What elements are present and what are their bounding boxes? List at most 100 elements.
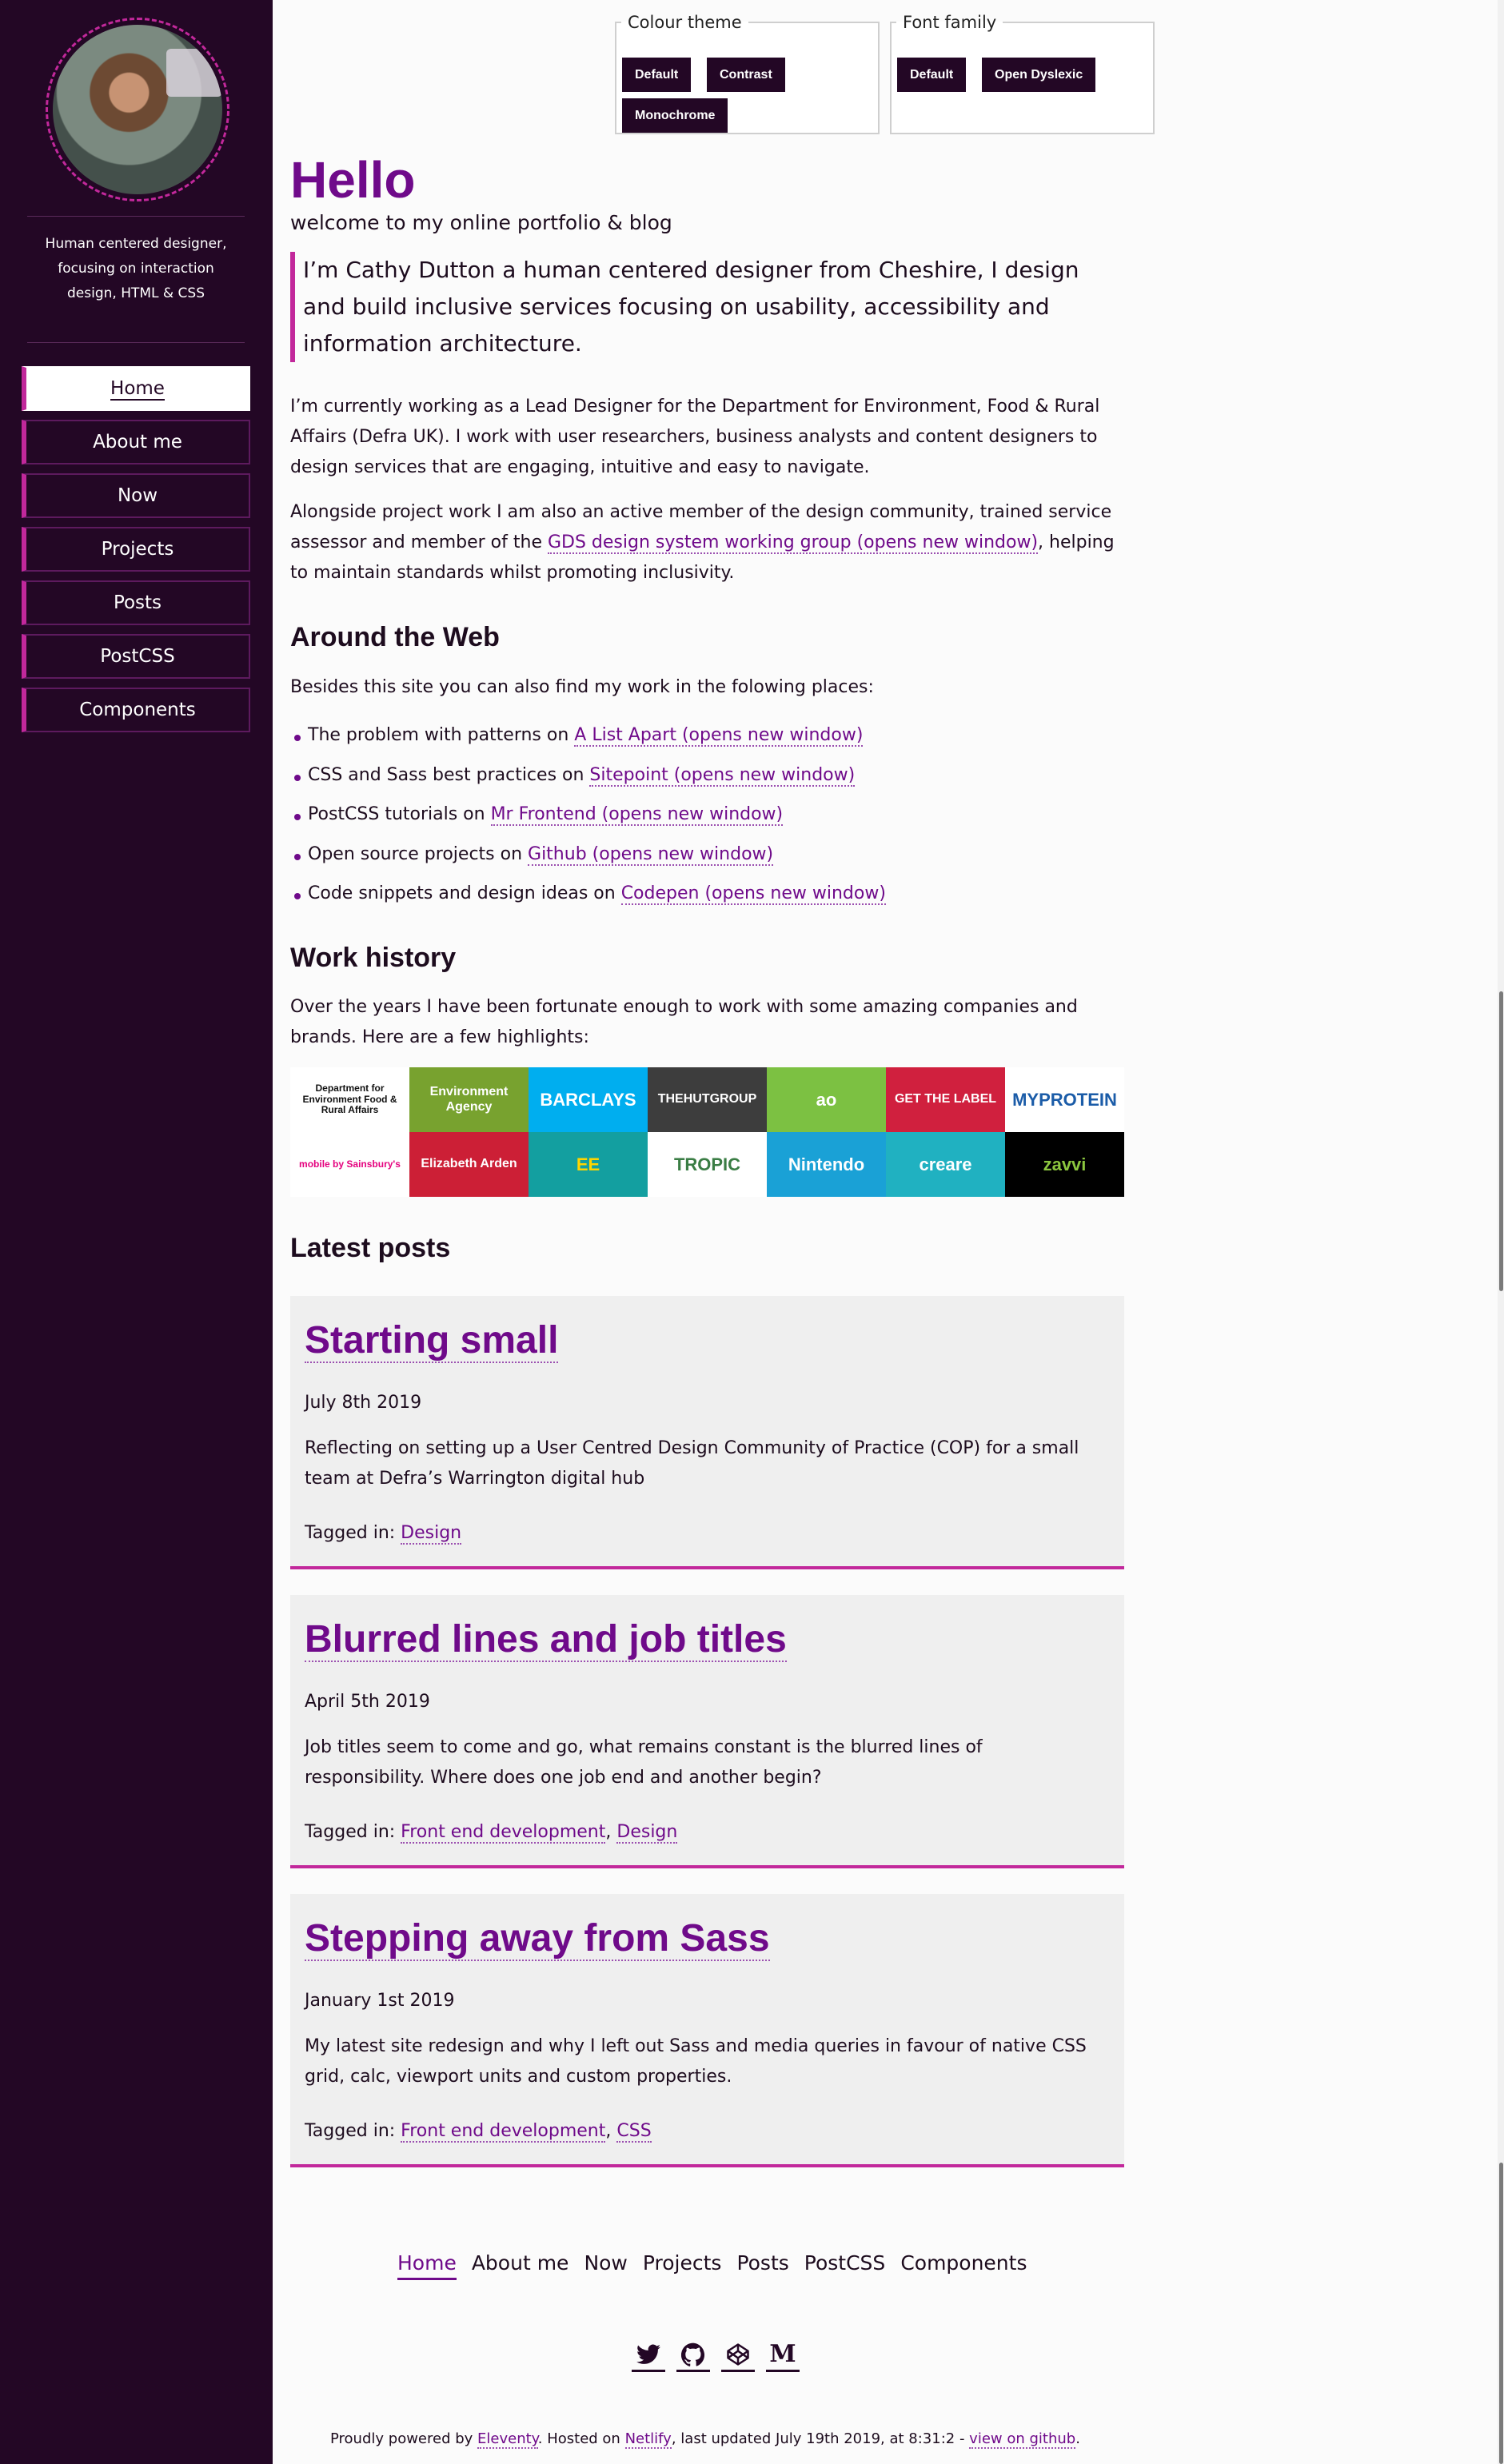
divider bbox=[27, 216, 245, 217]
client-logo: GET THE LABEL bbox=[886, 1067, 1005, 1132]
scrollbar-thumb[interactable] bbox=[1499, 991, 1503, 1291]
scrollbar-thumb[interactable] bbox=[1499, 2163, 1503, 2464]
work-history-intro: Over the years I have been fortunate eno… bbox=[290, 997, 1078, 1047]
tag-link[interactable]: Front end development bbox=[401, 2121, 606, 2143]
mrfrontend-link[interactable]: Mr Frontend (opens new window) bbox=[490, 804, 784, 826]
post-tags: Tagged in: Design bbox=[305, 1523, 462, 1545]
tag-link[interactable]: Design bbox=[616, 1822, 678, 1844]
work-history-heading: Work history bbox=[290, 943, 457, 973]
divider bbox=[27, 342, 245, 343]
client-logo: EE bbox=[529, 1132, 648, 1197]
post-title-link[interactable]: Starting small bbox=[305, 1319, 559, 1363]
tagline: Human centered designer, focusing on int… bbox=[45, 236, 227, 301]
font-default-button[interactable]: Default bbox=[897, 58, 967, 92]
list-item: PostCSS tutorials on Mr Frontend (opens … bbox=[294, 799, 1094, 839]
post-title: Blurred lines and job titles bbox=[305, 1617, 787, 1662]
client-logo: TROPIC bbox=[648, 1132, 767, 1197]
post-card: Starting small July 8th 2019 Reflecting … bbox=[290, 1296, 1124, 1569]
footer-link-posts[interactable]: Posts bbox=[736, 2251, 788, 2280]
client-logo: Elizabeth Arden bbox=[409, 1132, 529, 1197]
eleventy-link[interactable]: Eleventy bbox=[477, 2430, 538, 2449]
client-logo: Department for Environment Food & Rural … bbox=[290, 1067, 409, 1132]
theme-default-button[interactable]: Default bbox=[622, 58, 692, 92]
around-web-heading: Around the Web bbox=[290, 622, 500, 652]
post-title: Stepping away from Sass bbox=[305, 1916, 770, 1961]
github-icon[interactable] bbox=[676, 2338, 710, 2372]
codepen-link[interactable]: Codepen (opens new window) bbox=[620, 883, 886, 905]
client-logo: Nintendo bbox=[767, 1132, 886, 1197]
post-excerpt: Reflecting on setting up a User Centred … bbox=[305, 1438, 1079, 1489]
client-logo-grid: Department for Environment Food & Rural … bbox=[290, 1067, 1124, 1197]
sidebar-item-posts[interactable]: Posts bbox=[22, 580, 250, 625]
tag-link[interactable]: CSS bbox=[616, 2121, 652, 2143]
codepen-icon[interactable] bbox=[721, 2338, 755, 2372]
post-title-link[interactable]: Blurred lines and job titles bbox=[305, 1618, 787, 1662]
theme-contrast-button[interactable]: Contrast bbox=[707, 58, 785, 92]
theme-monochrome-button[interactable]: Monochrome bbox=[622, 98, 728, 133]
social-links: M bbox=[632, 2338, 800, 2372]
footer-link-postcss[interactable]: PostCSS bbox=[804, 2251, 886, 2280]
post-excerpt: My latest site redesign and why I left o… bbox=[305, 2036, 1087, 2087]
community-paragraph: Alongside project work I am also an acti… bbox=[290, 502, 1115, 583]
view-on-github-link[interactable]: view on github bbox=[969, 2430, 1076, 2449]
client-logo: MYPROTEIN bbox=[1005, 1067, 1124, 1132]
tag-link[interactable]: Design bbox=[401, 1523, 462, 1545]
latest-posts-heading: Latest posts bbox=[290, 1233, 451, 1263]
colour-theme-legend: Colour theme bbox=[628, 13, 742, 32]
netlify-link[interactable]: Netlify bbox=[624, 2430, 672, 2449]
footer-link-about[interactable]: About me bbox=[472, 2251, 569, 2280]
sidebar-item-components[interactable]: Components bbox=[22, 688, 250, 732]
footer-nav: Home About me Now Projects Posts PostCSS… bbox=[397, 2251, 1042, 2280]
client-logo: Environment Agency bbox=[409, 1067, 529, 1132]
font-family-legend: Font family bbox=[903, 13, 997, 32]
web-links-list: The problem with patterns on A List Apar… bbox=[294, 720, 1094, 919]
colour-theme-group: Colour theme Default Contrast Monochrome bbox=[615, 13, 880, 134]
sidebar: Human centered designer, focusing on int… bbox=[0, 0, 273, 2464]
twitter-icon[interactable] bbox=[632, 2338, 665, 2372]
sidebar-item-postcss[interactable]: PostCSS bbox=[22, 634, 250, 679]
client-logo: zavvi bbox=[1005, 1132, 1124, 1197]
around-web-intro: Besides this site you can also find my w… bbox=[290, 677, 874, 697]
list-item: Code snippets and design ideas on Codepe… bbox=[294, 879, 1094, 919]
footer-link-now[interactable]: Now bbox=[584, 2251, 627, 2280]
post-card: Stepping away from Sass January 1st 2019… bbox=[290, 1894, 1124, 2167]
gds-link[interactable]: GDS design system working group (opens n… bbox=[547, 532, 1039, 554]
post-date: April 5th 2019 bbox=[305, 1692, 430, 1712]
tag-link[interactable]: Front end development bbox=[401, 1822, 606, 1844]
client-logo: THEHUTGROUP bbox=[648, 1067, 767, 1132]
sidebar-item-now[interactable]: Now bbox=[22, 473, 250, 518]
list-item: CSS and Sass best practices on Sitepoint… bbox=[294, 760, 1094, 800]
sitepoint-link[interactable]: Sitepoint (opens new window) bbox=[589, 764, 856, 787]
sidebar-item-about[interactable]: About me bbox=[22, 420, 250, 464]
profile-photo bbox=[53, 25, 222, 194]
sidebar-item-projects[interactable]: Projects bbox=[22, 527, 250, 572]
post-date: January 1st 2019 bbox=[305, 1991, 455, 2011]
sidebar-nav: Home About me Now Projects Posts PostCSS… bbox=[22, 366, 250, 741]
post-date: July 8th 2019 bbox=[305, 1393, 422, 1413]
client-logo: creare bbox=[886, 1132, 1005, 1197]
alistapart-link[interactable]: A List Apart (opens new window) bbox=[574, 725, 864, 747]
footer-link-components[interactable]: Components bbox=[900, 2251, 1027, 2280]
post-title-link[interactable]: Stepping away from Sass bbox=[305, 1917, 770, 1961]
medium-icon[interactable]: M bbox=[766, 2338, 800, 2372]
list-item: Open source projects on Github (opens ne… bbox=[294, 839, 1094, 879]
page-title: Hello bbox=[290, 151, 416, 209]
intro-quote: I’m Cathy Dutton a human centered design… bbox=[290, 252, 1124, 362]
avatar bbox=[46, 18, 229, 201]
client-logo: mobile by Sainsbury's bbox=[290, 1132, 409, 1197]
post-title: Starting small bbox=[305, 1318, 559, 1363]
post-tags: Tagged in: Front end development, CSS bbox=[305, 2121, 652, 2143]
page-subtitle: welcome to my online portfolio & blog bbox=[290, 211, 672, 234]
list-item: The problem with patterns on A List Apar… bbox=[294, 720, 1094, 760]
footer-link-home[interactable]: Home bbox=[397, 2251, 457, 2280]
sidebar-item-home[interactable]: Home bbox=[22, 366, 250, 411]
post-tags: Tagged in: Front end development, Design bbox=[305, 1822, 678, 1844]
client-logo: ao bbox=[767, 1067, 886, 1132]
post-excerpt: Job titles seem to come and go, what rem… bbox=[305, 1737, 983, 1788]
github-link[interactable]: Github (opens new window) bbox=[528, 843, 774, 866]
footer-link-projects[interactable]: Projects bbox=[643, 2251, 722, 2280]
post-card: Blurred lines and job titles April 5th 2… bbox=[290, 1595, 1124, 1868]
about-paragraph: I’m currently working as a Lead Designer… bbox=[290, 397, 1100, 477]
font-dyslexic-button[interactable]: Open Dyslexic bbox=[982, 58, 1096, 92]
footer-credits: Proudly powered by Eleventy. Hosted on N… bbox=[330, 2430, 1080, 2449]
